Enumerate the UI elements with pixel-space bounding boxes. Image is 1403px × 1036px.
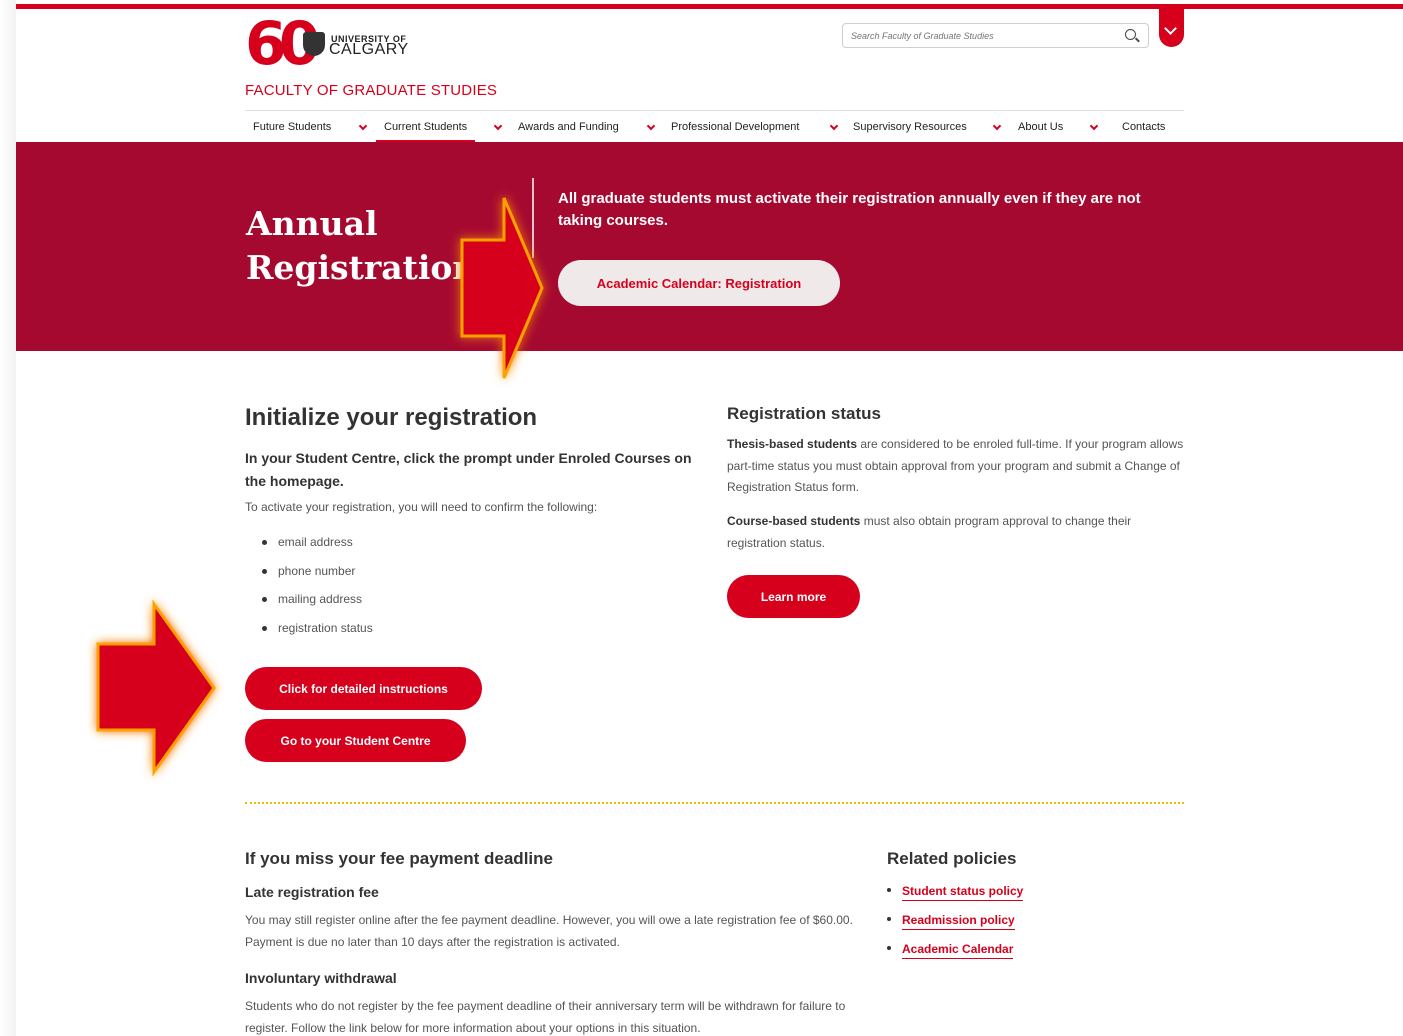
nav-divider [245,110,1184,111]
annotation-arrow-icon [460,197,544,379]
initialize-heading: Initialize your registration [245,404,538,431]
initialize-intro: To activate your registration, you will … [245,500,598,514]
nav-item-contacts[interactable]: Contacts [1122,112,1165,142]
main-nav: Future Students Current Students Awards … [245,112,1190,142]
nav-item-professional-development[interactable]: Professional Development [671,112,799,142]
initialize-instruction: In your Student Centre, click the prompt… [245,450,692,489]
chevron-down-icon[interactable] [1089,121,1099,131]
chevron-down-icon[interactable] [493,121,503,131]
nav-label: Professional Development [671,121,800,133]
withdrawal-heading: Involuntary withdrawal [245,970,397,986]
thesis-label: Thesis-based students [727,437,858,451]
chevron-down-icon[interactable] [358,121,368,131]
list-item: mailing address [262,591,373,620]
nav-label: About Us [1018,121,1064,133]
nav-item-awards-funding[interactable]: Awards and Funding [518,112,619,142]
nav-item-supervisory-resources[interactable]: Supervisory Resources [853,112,967,142]
top-accent-bar [16,4,1403,9]
related-policies-heading: Related policies [887,849,1017,868]
withdrawal-text: Students who do not register by the fee … [245,999,846,1035]
nav-label: Contacts [1122,121,1166,133]
utility-menu-toggle[interactable] [1159,9,1184,47]
list-item: phone number [262,563,373,592]
nav-label: Supervisory Resources [853,121,967,133]
nav-item-about-us[interactable]: About Us [1018,112,1063,142]
search-icon[interactable] [1125,29,1136,40]
nav-item-current-students[interactable]: Current Students [376,112,476,142]
list-item: registration status [262,620,373,649]
learn-more-button[interactable]: Learn more [727,575,860,618]
hero-banner: Annual Registration All graduate student… [16,142,1403,351]
detailed-instructions-button[interactable]: Click for detailed instructions [245,667,482,710]
academic-calendar-link[interactable]: Academic Calendar [902,942,1014,959]
university-logo[interactable]: 60 UNIVERSITY OF CALGARY [245,12,415,76]
list-item: Readmission policy [887,911,1023,940]
chevron-down-icon[interactable] [829,121,839,131]
hero-description: All graduate students must activate thei… [558,190,1141,229]
related-policies-list: Student status policy Readmission policy… [887,882,1024,969]
confirm-list: email address phone number mailing addre… [262,534,373,648]
late-fee-text: You may still register online after the … [245,913,853,949]
list-item: Student status policy [887,882,1024,911]
chevron-down-icon [1164,22,1177,35]
thesis-paragraph: Thesis-based students are considered to … [727,434,1192,499]
chevron-down-icon[interactable] [992,121,1002,131]
section-divider [245,802,1184,804]
course-paragraph: Course-based students must also obtain p… [727,511,1147,554]
list-item: Academic Calendar [887,940,1023,969]
academic-calendar-registration-button[interactable]: Academic Calendar: Registration [558,260,840,306]
annotation-arrow-icon [96,599,216,777]
fee-deadline-heading: If you miss your fee payment deadline [245,849,553,868]
nav-label: Future Students [253,121,332,133]
logo-calgary: CALGARY [329,41,409,58]
nav-label: Awards and Funding [518,121,619,133]
search-box [842,23,1149,48]
crest-icon [303,32,325,56]
nav-item-future-students[interactable]: Future Students [253,112,331,142]
student-status-policy-link[interactable]: Student status policy [902,884,1024,901]
late-fee-heading: Late registration fee [245,884,379,900]
chevron-down-icon[interactable] [646,121,656,131]
page-edge-shadow [0,0,16,1036]
course-label: Course-based students [727,514,861,528]
readmission-policy-link[interactable]: Readmission policy [902,913,1015,930]
search-input[interactable] [851,24,1116,47]
faculty-title[interactable]: FACULTY OF GRADUATE STUDIES [245,82,497,99]
list-item: email address [262,534,373,563]
registration-status-heading: Registration status [727,404,881,423]
nav-label: Current Students [384,121,468,133]
student-centre-button[interactable]: Go to your Student Centre [245,719,466,762]
